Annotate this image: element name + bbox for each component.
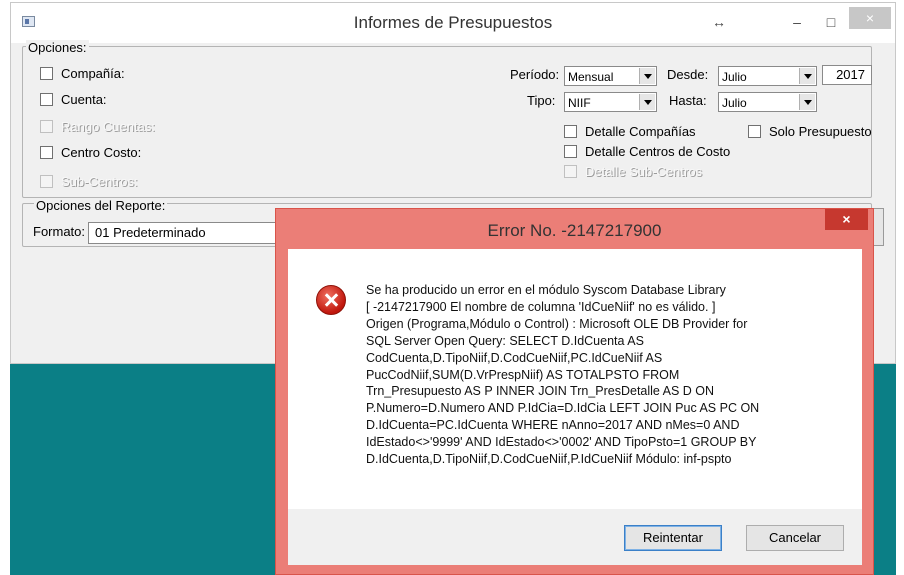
check-label: Solo Presupuesto [769, 123, 872, 139]
hasta-value: Julio [722, 96, 747, 110]
checkbox [40, 174, 53, 188]
checkbox[interactable] [748, 124, 761, 138]
checkbox[interactable] [40, 92, 53, 106]
formato-select[interactable]: 01 Predeterminado [88, 222, 278, 244]
chevron-down-icon[interactable] [799, 94, 815, 110]
maximize-button[interactable]: □ [817, 11, 845, 33]
periodo-value: Mensual [568, 70, 614, 84]
chevron-down-icon[interactable] [639, 68, 655, 84]
close-button[interactable]: × [849, 7, 891, 29]
formato-label: Formato: [33, 224, 86, 239]
hasta-select[interactable]: Julio [718, 92, 817, 112]
check-compania[interactable]: Compañía: [40, 64, 125, 82]
check-cuenta[interactable]: Cuenta: [40, 90, 107, 108]
check-label: Detalle Centros de Costo [585, 143, 731, 159]
check-label: Centro Costo: [61, 144, 142, 160]
check-sub-centros: Sub-Centros: [40, 172, 138, 190]
main-titlebar: Informes de Presupuestos ↔ – □ × [11, 3, 895, 43]
error-dialog: Error No. -2147217900 × Se ha producido … [275, 208, 874, 575]
tipo-select[interactable]: NIIF [564, 92, 657, 112]
checkbox[interactable] [564, 124, 577, 138]
retry-button[interactable]: Reintentar [624, 525, 722, 551]
desktop: Informes de Presupuestos ↔ – □ × Opcione… [0, 0, 904, 575]
periodo-select[interactable]: Mensual [564, 66, 657, 86]
check-label: Sub-Centros: [61, 173, 138, 189]
check-label: Detalle Sub-Centros [585, 163, 703, 179]
checkbox[interactable] [40, 66, 53, 80]
tipo-value: NIIF [568, 96, 591, 110]
check-rango-cuentas: Rango Cuentas: [40, 117, 155, 135]
dialog-body: Se ha producido un error en el módulo Sy… [288, 249, 862, 509]
desde-label: Desde: [667, 67, 709, 82]
minimize-button[interactable]: – [783, 11, 811, 33]
window-title: Informes de Presupuestos [353, 13, 553, 32]
check-detalle-subcentros: Detalle Sub-Centros [564, 162, 702, 180]
cancel-button[interactable]: Cancelar [746, 525, 844, 551]
checkbox[interactable] [40, 145, 53, 159]
periodo-label: Período: [510, 67, 560, 82]
desde-value: Julio [722, 70, 747, 84]
reporte-legend: Opciones del Reporte: [34, 198, 168, 213]
chevron-down-icon[interactable] [799, 68, 815, 84]
chevron-down-icon[interactable] [639, 94, 655, 110]
checkbox [40, 119, 53, 133]
error-message: Se ha producido un error en el módulo Sy… [366, 283, 760, 467]
check-label: Cuenta: [61, 91, 107, 107]
check-solo-presupuesto[interactable]: Solo Presupuesto [748, 122, 872, 140]
tipo-label: Tipo: [527, 93, 556, 108]
check-detalle-centros[interactable]: Detalle Centros de Costo [564, 142, 730, 160]
opciones-legend: Opciones: [26, 40, 89, 55]
error-icon [316, 285, 346, 315]
dialog-close-button[interactable]: × [825, 209, 868, 230]
dialog-footer: Reintentar Cancelar [288, 509, 862, 565]
resize-icon[interactable]: ↔ [707, 11, 731, 33]
check-label: Rango Cuentas: [61, 118, 155, 134]
dialog-title: Error No. -2147217900 [487, 221, 662, 240]
check-centro-costo[interactable]: Centro Costo: [40, 143, 141, 161]
check-label: Compañía: [61, 65, 125, 81]
check-label: Detalle Compañías [585, 123, 696, 139]
year-input[interactable]: 2017 [822, 65, 872, 85]
checkbox [564, 164, 577, 178]
hasta-label: Hasta: [669, 93, 707, 108]
check-detalle-companias[interactable]: Detalle Compañías [564, 122, 696, 140]
desde-select[interactable]: Julio [718, 66, 817, 86]
checkbox[interactable] [564, 144, 577, 158]
